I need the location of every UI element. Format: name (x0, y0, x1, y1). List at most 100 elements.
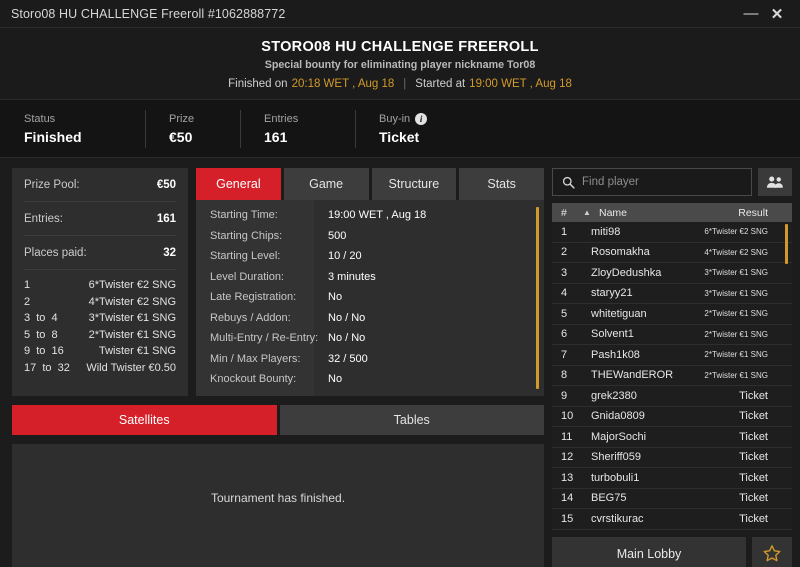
player-rank: 10 (561, 410, 574, 423)
places-paid-value: 32 (163, 246, 176, 259)
tab-bar: General Game Structure Stats (196, 168, 544, 200)
player-result: Ticket (739, 389, 768, 402)
minimize-button[interactable]: — (738, 2, 764, 26)
search-box[interactable] (552, 168, 752, 196)
player-rank: 1 (561, 225, 568, 238)
player-name: cvrstikurac (591, 512, 644, 525)
info-icon[interactable]: i (415, 112, 428, 125)
tab-structure[interactable]: Structure (371, 168, 457, 200)
player-result: 3*Twister €1 SNG (704, 268, 768, 278)
player-list-header: # ▲ Name Result (552, 203, 792, 222)
general-label: Knockout Bounty: (210, 373, 297, 385)
general-value: No (328, 373, 343, 385)
search-row (552, 168, 792, 196)
general-labels-column: Starting Time: Starting Chips: Starting … (196, 200, 319, 396)
general-label: Multi-Entry / Re-Entry: (210, 332, 319, 344)
table-row[interactable]: 2 Rosomakha 4*Twister €2 SNG (552, 243, 792, 263)
player-result: Ticket (739, 430, 768, 443)
player-rank: 3 (561, 266, 568, 279)
table-row[interactable]: 11 MajorSochi Ticket (552, 427, 792, 448)
player-name: grek2380 (591, 389, 637, 402)
bottom-tab-content: Tournament has finished. (12, 444, 544, 567)
general-label: Starting Time: (210, 209, 278, 221)
general-scrollbar-thumb[interactable] (536, 207, 539, 389)
sort-ascending-icon[interactable]: ▲ (583, 208, 599, 217)
player-list: # ▲ Name Result 1 miti98 6*Twister €2 SN… (552, 203, 792, 530)
places-paid-row: Places paid: 32 (24, 236, 176, 270)
stat-entries: Entries 161 (240, 109, 355, 148)
table-row[interactable]: 3 ZloyDedushka 3*Twister €1 SNG (552, 263, 792, 284)
payout-place: 17 to 32 (24, 361, 70, 374)
payout-prize: 4*Twister €2 SNG (88, 295, 176, 308)
table-row[interactable]: 7 Pash1k08 2*Twister €1 SNG (552, 345, 792, 366)
main-lobby-button[interactable]: Main Lobby (552, 536, 746, 567)
payout-prize: 3*Twister €1 SNG (88, 312, 176, 324)
payout-prize: 2*Twister €1 SNG (88, 328, 176, 341)
stat-prize-value: €50 (169, 128, 193, 145)
tab-tables[interactable]: Tables (279, 405, 544, 435)
search-input[interactable] (582, 176, 742, 188)
player-name: Solvent1 (591, 328, 634, 341)
table-row[interactable]: 9 grek2380 Ticket (552, 386, 792, 407)
stat-entries-value: 161 (264, 128, 288, 145)
general-label: Starting Chips: (210, 229, 283, 242)
tab-general[interactable]: General (196, 168, 281, 200)
stat-buyin-value: Ticket (379, 128, 420, 145)
column-header-result[interactable]: Result (738, 207, 768, 219)
tab-stats[interactable]: Stats (459, 168, 544, 200)
player-rank: 4 (561, 287, 568, 300)
general-values-column: 19:00 WET , Aug 18 500 10 / 20 3 minutes… (314, 200, 544, 396)
stat-status: Status Finished (0, 110, 145, 148)
player-rank: 6 (561, 328, 568, 341)
table-row[interactable]: 1 miti98 6*Twister €2 SNG (552, 222, 792, 243)
tournament-subtitle: Special bounty for eliminating player ni… (264, 59, 536, 71)
general-scrollbar[interactable] (536, 207, 539, 389)
players-list-button[interactable] (758, 168, 792, 196)
player-result: 2*Twister €1 SNG (704, 329, 768, 339)
payout-place: 9 to 16 (24, 345, 64, 357)
table-row[interactable]: 15 cvrstikurac Ticket (552, 509, 792, 530)
tab-game[interactable]: Game (283, 168, 369, 200)
player-name: MajorSochi (591, 430, 647, 443)
started-time: 19:00 WET , Aug 18 (469, 78, 572, 90)
column-header-name[interactable]: Name (599, 207, 738, 219)
player-list-scrollbar-thumb[interactable] (785, 224, 788, 264)
table-row[interactable]: 10 Gnida0809 Ticket (552, 407, 792, 427)
table-row[interactable]: 13 turbobuli1 Ticket (552, 468, 792, 489)
table-row[interactable]: 5 whitetiguan 2*Twister €1 SNG (552, 304, 792, 325)
player-result: Ticket (739, 410, 768, 423)
table-row[interactable]: 4 staryy21 3*Twister €1 SNG (552, 284, 792, 304)
tournament-title: STORO08 HU CHALLENGE FREEROLL (261, 39, 539, 55)
tab-satellites[interactable]: Satellites (12, 405, 277, 435)
player-name: BEG75 (591, 492, 627, 505)
table-row[interactable]: 8 THEWandEROR 2*Twister €1 SNG (552, 366, 792, 386)
payout-row: 2 4*Twister €2 SNG (24, 294, 176, 311)
payout-place: 2 (24, 295, 31, 308)
player-result: 2*Twister €1 SNG (704, 370, 768, 380)
close-button[interactable]: ✕ (764, 2, 790, 26)
info-tab-panel: General Game Structure Stats Starting Ti… (196, 168, 544, 396)
player-result: 6*Twister €2 SNG (704, 227, 768, 237)
entries-row: Entries: 161 (24, 202, 176, 236)
favorite-button[interactable] (752, 536, 792, 567)
people-icon (766, 176, 783, 188)
table-row[interactable]: 6 Solvent1 2*Twister €1 SNG (552, 325, 792, 345)
player-name: miti98 (591, 225, 621, 238)
window-title: Storo08 HU CHALLENGE Freeroll #106288877… (11, 6, 286, 21)
general-value: 10 / 20 (328, 250, 362, 262)
stat-entries-label: Entries (264, 112, 299, 125)
payout-row: 3 to 4 3*Twister €1 SNG (24, 310, 176, 327)
prize-pool-label: Prize Pool: (24, 178, 80, 191)
table-row[interactable]: 12 Sheriff059 Ticket (552, 448, 792, 468)
column-header-number[interactable]: # (561, 207, 583, 219)
stat-prize-label: Prize (169, 112, 195, 125)
started-label: Started at (415, 78, 466, 90)
player-result: Ticket (739, 492, 768, 505)
player-rank: 5 (561, 307, 568, 320)
finished-time: 20:18 WET , Aug 18 (291, 78, 395, 90)
player-panel: # ▲ Name Result 1 miti98 6*Twister €2 SN… (552, 168, 792, 567)
bottom-tab-bar: Satellites Tables (12, 405, 544, 435)
stats-strip: Status Finished Prize €50 Entries 161 Bu… (0, 100, 800, 158)
finished-label: Finished on (228, 78, 288, 90)
table-row[interactable]: 14 BEG75 Ticket (552, 489, 792, 509)
